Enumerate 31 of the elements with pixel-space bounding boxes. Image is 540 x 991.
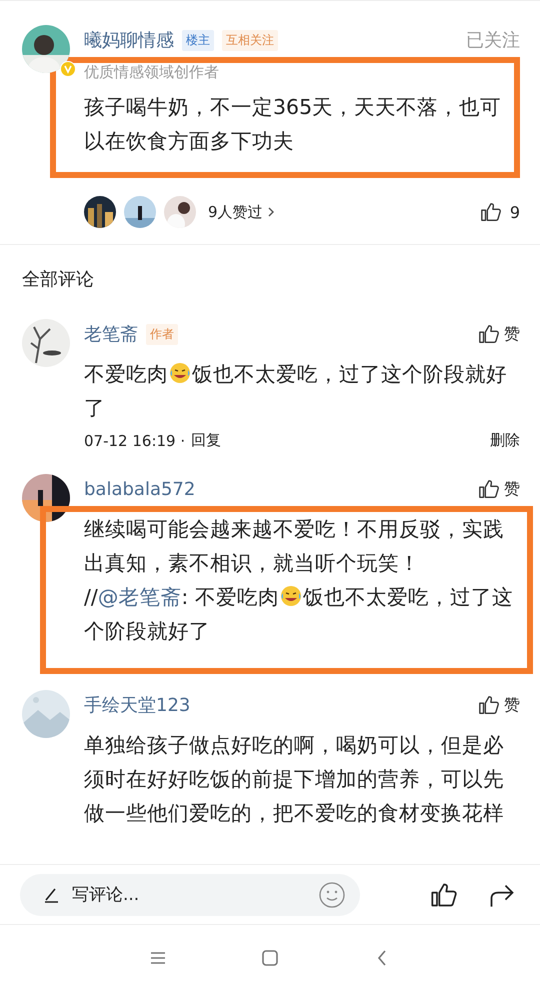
mention-link[interactable]: @老笔斋 xyxy=(98,585,182,609)
user-tag: 作者 xyxy=(146,324,178,344)
author-name[interactable]: 手绘天堂123 xyxy=(84,693,190,717)
like-button[interactable]: 赞 xyxy=(478,694,520,716)
comment-field[interactable]: 写评论... xyxy=(20,874,360,916)
author-name[interactable]: 曦妈聊情感 xyxy=(84,28,174,52)
thumbs-up-icon[interactable] xyxy=(430,880,458,908)
crying-emoji-icon xyxy=(168,361,192,385)
delete-button[interactable]: 删除 xyxy=(490,431,520,450)
section-title: 全部评论 xyxy=(22,268,95,292)
comment-text: 不爱吃肉 饭也不太爱吃，过了这个阶段就好了 xyxy=(84,360,508,422)
emoji-icon[interactable] xyxy=(318,880,346,908)
chevron-icon xyxy=(266,206,275,218)
author-title: 优质情感领域创作者 xyxy=(84,63,220,82)
author-name[interactable]: 老笔斋 xyxy=(84,322,138,346)
comment-time: 07-12 16:19 · xyxy=(84,432,186,450)
crying-emoji-icon xyxy=(278,584,303,608)
user-tag: 楼主 xyxy=(182,30,214,50)
like-button[interactable]: 赞 xyxy=(478,478,520,500)
comment-input-field[interactable]: 写评论... xyxy=(70,884,310,906)
thumbs-up-icon[interactable] xyxy=(480,201,502,223)
like-button[interactable]: 赞 xyxy=(478,323,520,345)
comment-text: 孩子喝牛奶，不一定365天，天天不落，也可以在饮食方面多下功夫 xyxy=(84,94,502,155)
like-count: 9 xyxy=(510,202,520,222)
comment-text: 单独给孩子做点好吃的啊，喝奶可以，但是必须时在好好吃饭的前提下增加的营养，可以先做一些他们爱吃的，把不爱吃的食材变换花样 xyxy=(84,732,505,827)
comment-text: 继续喝可能会越来越不爱吃！不用反驳，实践出真知，素不相识，就当听个玩笑！ //@老笔斋: 不爱吃肉 饭也不太爱吃，过了这个阶段就好了 xyxy=(84,516,514,645)
author-name[interactable]: balabala572 xyxy=(84,478,196,500)
home-square-icon[interactable] xyxy=(260,948,280,968)
likers-link[interactable]: 9人赞过 xyxy=(208,202,275,222)
reply-button[interactable]: 回复 xyxy=(191,431,222,450)
user-tag: 互相关注 xyxy=(222,30,278,50)
